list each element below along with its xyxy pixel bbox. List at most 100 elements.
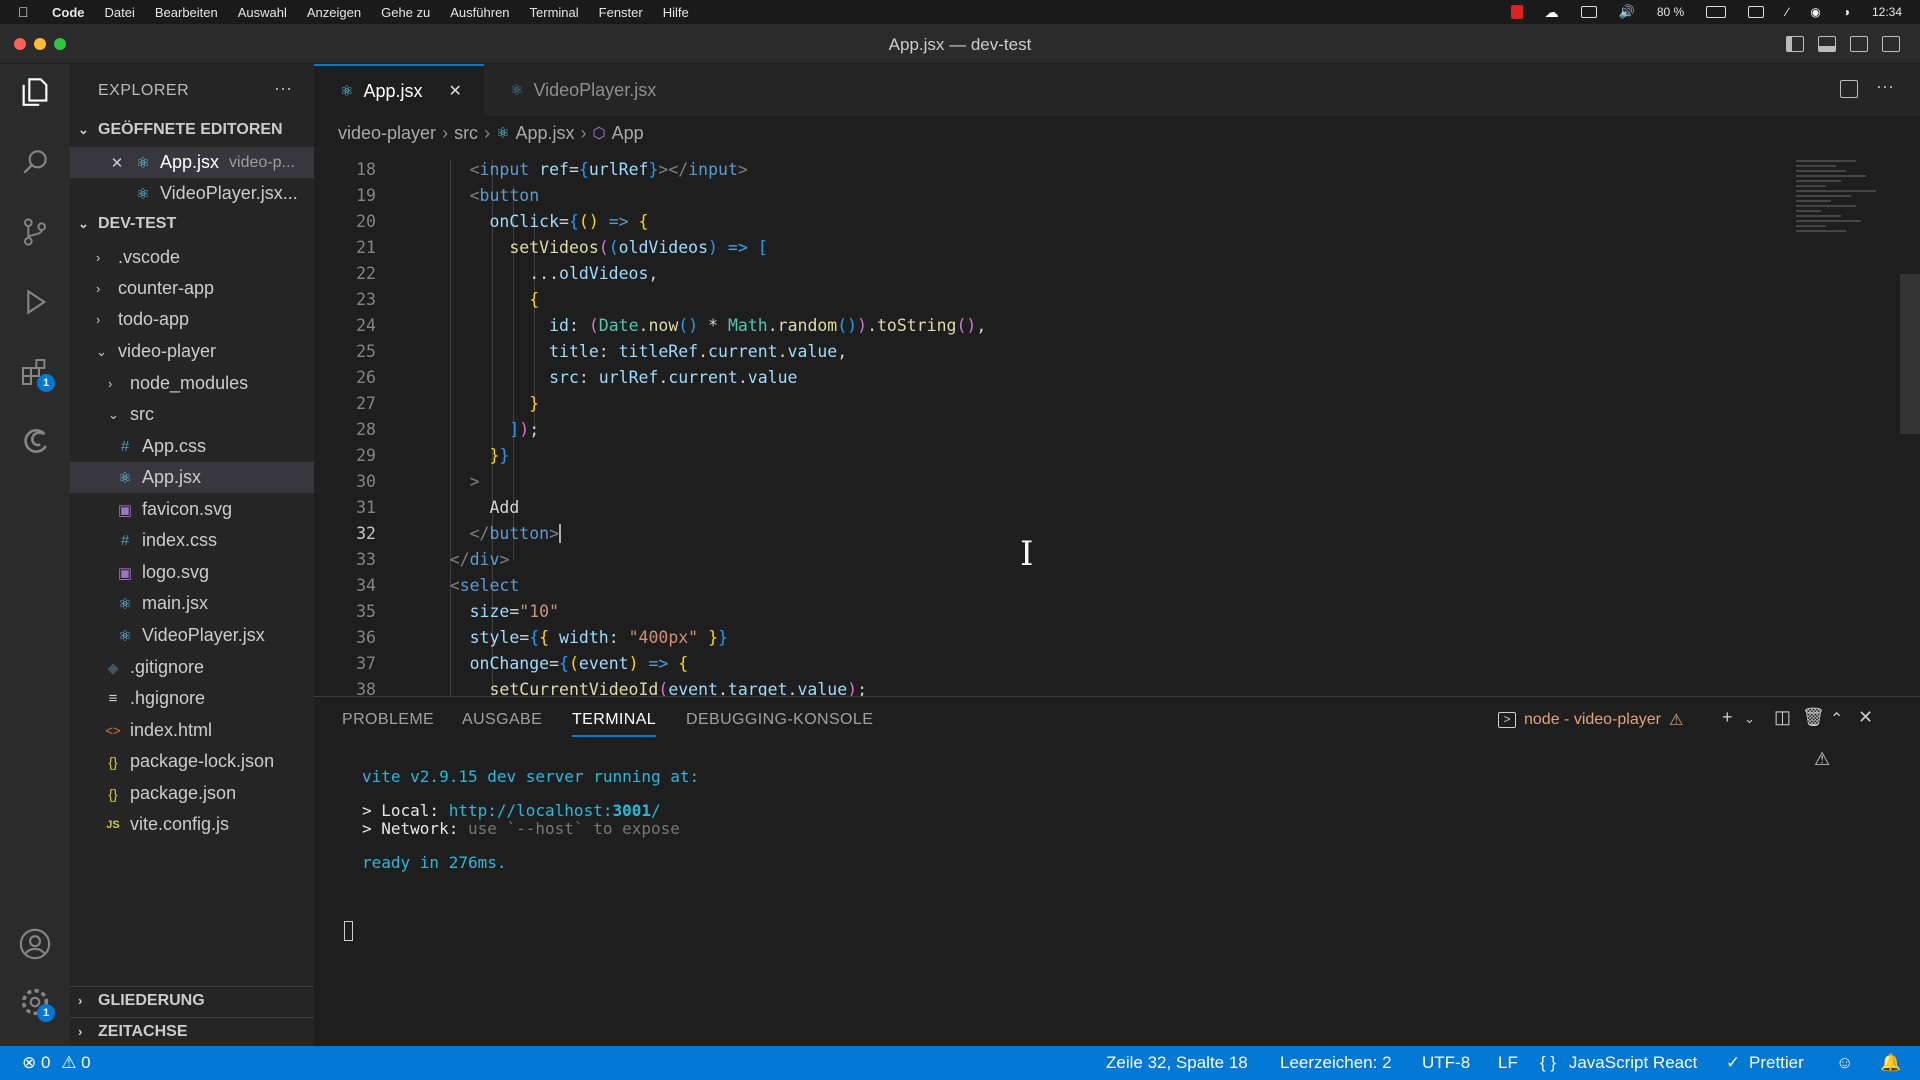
open-editors-section[interactable]: ⌄ GEÖFFNETE EDITOREN <box>70 116 314 144</box>
tree-item-hgignore[interactable]: ≡ .hgignore <box>70 683 314 714</box>
record-icon[interactable] <box>1510 5 1523 19</box>
notifications-bell-icon[interactable]: 🔔 <box>1880 1053 1901 1073</box>
tab-debugging-konsole[interactable]: DEBUGGING-KONSOLE <box>686 711 873 729</box>
tree-item-app-css[interactable]: # App.css <box>70 431 314 462</box>
display-icon[interactable] <box>1580 6 1597 18</box>
toggle-secondary-sidebar-icon[interactable] <box>1850 36 1868 52</box>
close-panel-icon[interactable]: ✕ <box>1858 707 1873 728</box>
tree-item-vite-config-js[interactable]: JS vite.config.js <box>70 809 314 840</box>
tree-item-todo-app[interactable]: › todo-app <box>70 304 314 335</box>
tree-item-video-player[interactable]: ⌄ video-player <box>70 336 314 367</box>
apple-menu-icon[interactable]:  <box>18 4 36 20</box>
breadcrumb-item[interactable]: App.jsx <box>516 123 575 144</box>
editor-scrollbar[interactable] <box>1900 274 1920 434</box>
workspace-section[interactable]: ⌄ DEV-TEST <box>70 210 314 238</box>
chevron-right-icon: › <box>96 312 101 327</box>
menu-hilfe[interactable]: Hilfe <box>663 5 689 20</box>
settings-gear-icon[interactable]: 1 <box>15 982 55 1022</box>
open-editor-videoplayer-jsx[interactable]: ⚛ VideoPlayer.jsx... <box>70 178 314 209</box>
prettier-status[interactable]: ✓ Prettier <box>1726 1053 1804 1073</box>
keyboard-icon[interactable] <box>1748 6 1765 18</box>
toggle-sidebar-icon[interactable] <box>1786 36 1804 52</box>
split-editor-icon[interactable] <box>1840 80 1858 98</box>
terminal-selector[interactable]: > node - video-player ⚠ <box>1498 710 1683 730</box>
menu-ausfuehren[interactable]: Ausführen <box>450 5 509 20</box>
menu-app[interactable]: Code <box>52 5 85 20</box>
source-control-icon[interactable] <box>15 212 55 252</box>
tab-ausgabe[interactable]: AUSGABE <box>462 711 542 729</box>
clock-time[interactable]: 12:34 <box>1872 5 1902 19</box>
end-of-line[interactable]: LF <box>1498 1053 1518 1073</box>
maximize-panel-icon[interactable]: ⌃ <box>1830 709 1843 729</box>
close-icon[interactable]: ✕ <box>448 81 461 101</box>
code-editor[interactable]: 18 19 20 21 22 23 24 25 26 27 28 29 30 3… <box>314 160 1920 696</box>
tree-item-favicon-svg[interactable]: ▣ favicon.svg <box>70 494 314 525</box>
trash-icon[interactable]: 🗑 <box>1802 707 1825 728</box>
outline-section[interactable]: › GLIEDERUNG <box>70 986 314 1014</box>
breadcrumb-item[interactable]: video-player <box>338 123 436 144</box>
tree-item-counter-app[interactable]: › counter-app <box>70 273 314 304</box>
tree-item-src[interactable]: ⌄ src <box>70 399 314 430</box>
edge-devtools-icon[interactable] <box>15 422 55 462</box>
timeline-section[interactable]: › ZEITACHSE <box>70 1017 314 1045</box>
indentation[interactable]: Leerzeichen: 2 <box>1280 1053 1392 1073</box>
search-icon[interactable] <box>15 142 55 182</box>
explorer-icon[interactable] <box>15 72 55 112</box>
customize-layout-icon[interactable] <box>1882 36 1900 52</box>
code-line: src: urlRef.current.value <box>549 368 798 387</box>
account-icon[interactable] <box>15 924 55 964</box>
tree-item-index-css[interactable]: # index.css <box>70 525 314 556</box>
wifi-off-icon[interactable]: ∕ <box>1786 5 1788 19</box>
menu-terminal[interactable]: Terminal <box>530 5 579 20</box>
minimap[interactable] <box>1796 160 1886 270</box>
new-terminal-icon[interactable]: + <box>1722 707 1733 728</box>
more-actions-icon[interactable]: ··· <box>1876 76 1894 97</box>
more-actions-icon[interactable]: ··· <box>274 78 292 99</box>
tab-terminal[interactable]: TERMINAL <box>572 711 657 737</box>
menu-datei[interactable]: Datei <box>105 5 135 20</box>
close-icon[interactable]: ✕ <box>108 154 126 172</box>
siri-icon[interactable]: ◉ <box>1810 5 1820 19</box>
battery-icon[interactable] <box>1706 6 1727 18</box>
tree-item-node-modules[interactable]: › node_modules <box>70 368 314 399</box>
local-label: > Local: <box>362 801 449 820</box>
tab-videoplayer-jsx[interactable]: ⚛ VideoPlayer.jsx <box>484 64 674 116</box>
menu-fenster[interactable]: Fenster <box>599 5 643 20</box>
line-number: 31 <box>356 498 376 517</box>
open-editor-label: App.jsx <box>160 152 220 172</box>
tree-item-main-jsx[interactable]: ⚛ main.jsx <box>70 588 314 619</box>
tree-item-vscode[interactable]: › .vscode <box>70 242 314 273</box>
menu-anzeigen[interactable]: Anzeigen <box>307 5 361 20</box>
toggle-panel-icon[interactable] <box>1818 36 1836 52</box>
tree-item-package-json[interactable]: {} package.json <box>70 778 314 809</box>
menu-bearbeiten[interactable]: Bearbeiten <box>155 5 218 20</box>
terminal-name: node - video-player <box>1524 711 1661 728</box>
chevron-down-icon[interactable]: ⌄ <box>1744 711 1755 727</box>
tree-item-index-html[interactable]: <> index.html <box>70 715 314 746</box>
menu-auswahl[interactable]: Auswahl <box>238 5 287 20</box>
tree-item-app-jsx[interactable]: ⚛ App.jsx <box>70 462 314 493</box>
tab-probleme[interactable]: PROBLEME <box>342 711 434 729</box>
problems-indicator[interactable]: ⊗ 0 ⚠ 0 <box>22 1053 91 1073</box>
open-editor-label: VideoPlayer.jsx... <box>160 183 298 203</box>
encoding[interactable]: UTF-8 <box>1422 1053 1470 1073</box>
breadcrumb-item[interactable]: src <box>454 123 478 144</box>
language-mode[interactable]: { } JavaScript React <box>1540 1053 1697 1073</box>
tree-item-gitignore[interactable]: ◆ .gitignore <box>70 652 314 683</box>
open-editor-app-jsx[interactable]: ✕ ⚛ App.jsx video-p... <box>70 147 314 178</box>
feedback-icon[interactable]: ☺ <box>1836 1053 1853 1073</box>
volume-icon[interactable]: 🔊 <box>1619 4 1635 20</box>
tree-item-videoplayer-jsx[interactable]: ⚛ VideoPlayer.jsx <box>70 620 314 651</box>
split-terminal-icon[interactable]: ◫ <box>1774 707 1791 728</box>
tree-item-package-lock-json[interactable]: {} package-lock.json <box>70 746 314 777</box>
control-center-icon[interactable]: ◑ <box>1843 5 1850 19</box>
extensions-icon[interactable]: 1 <box>15 352 55 392</box>
cloud-icon[interactable]: ☁ <box>1545 4 1559 21</box>
menu-gehe-zu[interactable]: Gehe zu <box>381 5 430 20</box>
terminal-icon: > <box>1498 712 1516 728</box>
run-debug-icon[interactable] <box>15 282 55 322</box>
breadcrumb-item[interactable]: App <box>612 123 644 144</box>
tree-item-logo-svg[interactable]: ▣ logo.svg <box>70 557 314 588</box>
tab-app-jsx[interactable]: ⚛ App.jsx ✕ <box>314 64 484 116</box>
cursor-position[interactable]: Zeile 32, Spalte 18 <box>1106 1053 1248 1073</box>
